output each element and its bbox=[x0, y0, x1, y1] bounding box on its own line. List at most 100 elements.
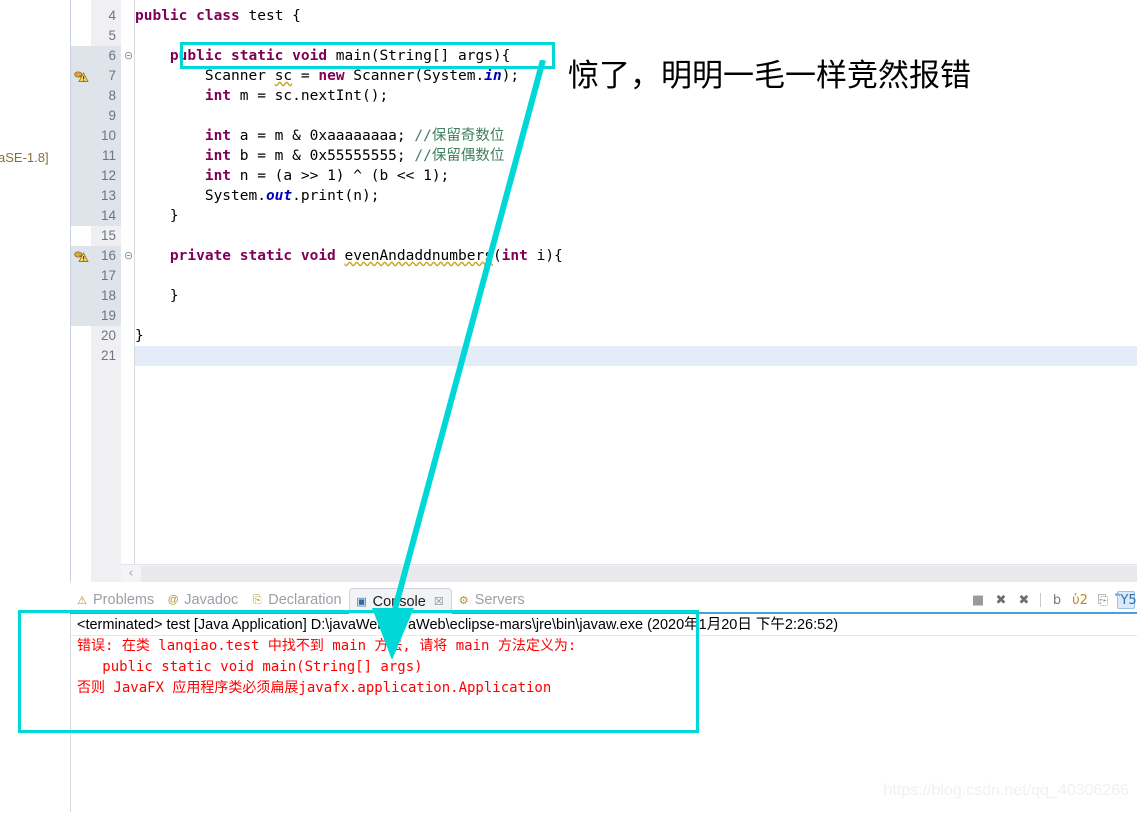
scrollbar-trough[interactable] bbox=[141, 566, 1137, 582]
code-token: } bbox=[135, 208, 179, 224]
line-number: 15 bbox=[71, 226, 121, 246]
code-token: m = sc.nextInt(); bbox=[240, 88, 388, 104]
code-line[interactable]: public class test { bbox=[135, 6, 1137, 26]
line-number: 5 bbox=[71, 26, 121, 46]
jre-library-label: aSE-1.8] bbox=[0, 150, 49, 165]
warning-marker-icon[interactable] bbox=[74, 68, 89, 84]
code-token: .print(n); bbox=[292, 188, 379, 204]
tab-problems[interactable]: ⚠ Problems bbox=[70, 588, 161, 612]
warning-marker-icon[interactable] bbox=[74, 248, 89, 264]
line-number: 12 bbox=[71, 166, 121, 186]
fold-toggle-icon[interactable]: ⊝ bbox=[122, 246, 135, 266]
code-line[interactable]: private static void evenAndaddnumbers(in… bbox=[135, 246, 1137, 266]
tab-label: Problems bbox=[93, 592, 154, 608]
problems-icon: ⚠ bbox=[75, 593, 89, 607]
code-token: sc bbox=[275, 68, 292, 84]
tab-close-icon[interactable]: ☒ bbox=[434, 595, 444, 608]
console-view[interactable]: ⚠ Problems @ Javadoc ⎘ Declaration ▣ Console ☒ ⚙ S… bbox=[70, 588, 1137, 814]
terminate-icon: ■ bbox=[972, 593, 984, 608]
csdn-watermark: https://blog.csdn.net/qq_40306266 bbox=[883, 782, 1129, 800]
code-token bbox=[135, 88, 205, 104]
scroll-lock-button[interactable]: ὑ2 bbox=[1071, 591, 1089, 609]
code-token: new bbox=[318, 68, 353, 84]
view-tab-bar[interactable]: ⚠ Problems @ Javadoc ⎘ Declaration ▣ Console ☒ ⚙ S… bbox=[70, 588, 1137, 614]
code-token: } bbox=[135, 288, 179, 304]
display-selected-console-icon: Ὓ5 bbox=[1115, 593, 1136, 608]
editor-folding-column[interactable] bbox=[121, 0, 135, 582]
editor-horizontal-scrollbar[interactable]: ‹ bbox=[121, 564, 1137, 582]
line-number: 21 bbox=[71, 346, 121, 366]
code-token: ); bbox=[502, 68, 519, 84]
code-line[interactable]: int n = (a >> 1) ^ (b << 1); bbox=[135, 166, 1137, 186]
word-wrap-button[interactable]: ⎘ bbox=[1094, 591, 1112, 609]
console-toolbar[interactable]: ■ ✖ ✖ ὜b ὑ2 ⎘ Ὓ5 bbox=[969, 591, 1135, 609]
code-token bbox=[135, 168, 205, 184]
clear-console-button[interactable]: ὜b bbox=[1048, 591, 1066, 609]
terminate-button[interactable]: ■ bbox=[969, 591, 987, 609]
code-token: Scanner(System. bbox=[353, 68, 484, 84]
line-number: 17 bbox=[71, 266, 121, 286]
code-token: test { bbox=[249, 8, 301, 24]
tab-javadoc[interactable]: @ Javadoc bbox=[161, 588, 245, 612]
remove-launch-button[interactable]: ✖ bbox=[992, 591, 1010, 609]
code-token: int bbox=[205, 148, 240, 164]
code-token: //保留偶数位 bbox=[414, 148, 504, 164]
line-number: 8 bbox=[71, 86, 121, 106]
annotation-note-text: 惊了，明明一毛一样竞然报错 bbox=[568, 50, 971, 95]
code-line[interactable]: int a = m & 0xaaaaaaaa; //保留奇数位 bbox=[135, 126, 1137, 146]
word-wrap-icon: ⎘ bbox=[1098, 593, 1108, 608]
scroll-left-arrow-icon[interactable]: ‹ bbox=[121, 566, 141, 581]
toolbar-separator bbox=[1040, 593, 1041, 607]
tab-label: Javadoc bbox=[184, 592, 238, 608]
code-line[interactable] bbox=[135, 26, 1137, 46]
display-selected-console-button[interactable]: Ὓ5 bbox=[1117, 591, 1135, 609]
code-token: System. bbox=[135, 188, 266, 204]
code-line[interactable] bbox=[135, 266, 1137, 286]
code-token: private static void bbox=[170, 248, 345, 264]
remove-launch-icon: ✖ bbox=[996, 593, 1007, 608]
clear-console-icon: ὜b bbox=[1053, 593, 1061, 608]
code-token: int bbox=[205, 168, 240, 184]
code-line[interactable]: System.out.print(n); bbox=[135, 186, 1137, 206]
tab-servers[interactable]: ⚙ Servers bbox=[452, 588, 532, 612]
remove-all-launches-icon: ✖ bbox=[1019, 593, 1030, 608]
code-token bbox=[135, 48, 170, 64]
code-token: Scanner bbox=[135, 68, 275, 84]
tab-declaration[interactable]: ⎘ Declaration bbox=[245, 588, 348, 612]
code-token: i){ bbox=[537, 248, 563, 264]
code-line[interactable] bbox=[135, 306, 1137, 326]
code-token: class bbox=[196, 8, 248, 24]
code-line[interactable] bbox=[135, 106, 1137, 126]
line-number: 6 bbox=[71, 46, 121, 66]
code-token: public static void bbox=[170, 48, 336, 64]
fold-toggle-icon[interactable]: ⊝ bbox=[122, 46, 135, 66]
code-token: int bbox=[502, 248, 537, 264]
code-token bbox=[135, 248, 170, 264]
code-line[interactable] bbox=[135, 226, 1137, 246]
code-line[interactable]: } bbox=[135, 206, 1137, 226]
code-token: ( bbox=[493, 248, 502, 264]
code-token bbox=[135, 128, 205, 144]
tab-console[interactable]: ▣ Console ☒ bbox=[349, 588, 452, 614]
line-number: 4 bbox=[71, 6, 121, 26]
console-icon: ▣ bbox=[355, 595, 369, 609]
code-token: int bbox=[205, 88, 240, 104]
declaration-icon: ⎘ bbox=[250, 593, 264, 607]
code-token: b = m & 0x55555555; bbox=[240, 148, 415, 164]
code-token: //保留奇数位 bbox=[414, 128, 504, 144]
code-line[interactable]: int b = m & 0x55555555; //保留偶数位 bbox=[135, 146, 1137, 166]
scroll-lock-icon: ὑ2 bbox=[1072, 593, 1088, 608]
code-line[interactable]: } bbox=[135, 286, 1137, 306]
code-line[interactable]: } bbox=[135, 326, 1137, 346]
line-number: 11 bbox=[71, 146, 121, 166]
code-token: = bbox=[292, 68, 318, 84]
code-token: main(String[] args){ bbox=[336, 48, 511, 64]
code-line[interactable] bbox=[135, 346, 1137, 366]
line-number: 13 bbox=[71, 186, 121, 206]
line-number: 14 bbox=[71, 206, 121, 226]
line-number: 18 bbox=[71, 286, 121, 306]
line-number: 9 bbox=[71, 106, 121, 126]
javadoc-icon: @ bbox=[166, 593, 180, 607]
remove-all-launches-button[interactable]: ✖ bbox=[1015, 591, 1033, 609]
package-explorer-edge: aSE-1.8] bbox=[0, 0, 68, 814]
